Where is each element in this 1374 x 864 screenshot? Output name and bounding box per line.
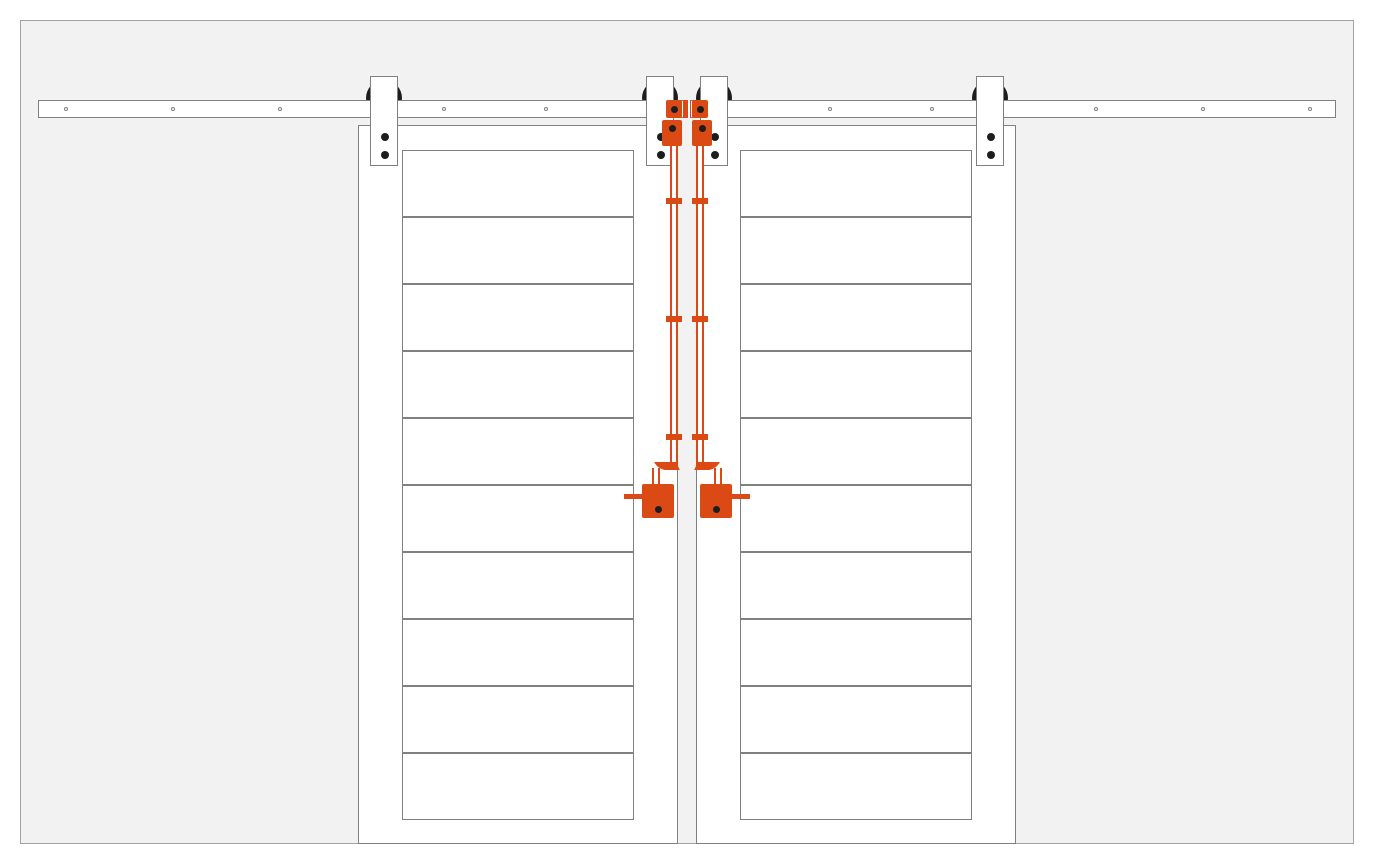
lock-rod-clip (692, 316, 708, 322)
lock-upper-block-right (692, 120, 712, 146)
track-hole (1308, 107, 1312, 111)
lock-rod-clip (666, 198, 682, 204)
track-hole (278, 107, 282, 111)
lock-upper-block-left (662, 120, 682, 146)
lock-top-plate-left (666, 100, 682, 118)
lock-rod-right (696, 146, 704, 466)
lock-rod-clip (692, 198, 708, 204)
track-hole (1201, 107, 1205, 111)
barn-door-diagram (0, 0, 1374, 864)
lock-rod-clip (692, 434, 708, 440)
lock-handle-left (642, 484, 674, 518)
lock-top-plate-right (692, 100, 708, 118)
hanger-strap (976, 76, 1004, 166)
lock-rod-left (670, 146, 678, 466)
lock-handle-right (700, 484, 732, 518)
track-hole (171, 107, 175, 111)
background-frame (20, 20, 1354, 844)
lock-handle-pull-left (624, 494, 644, 499)
track-hole (544, 107, 548, 111)
lock-handle-pull-right (730, 494, 750, 499)
lock-rod-clip (666, 316, 682, 322)
track-hole (64, 107, 68, 111)
track-hole (442, 107, 446, 111)
hanger-strap (370, 76, 398, 166)
track-hole (828, 107, 832, 111)
lock-rod-clip (666, 434, 682, 440)
track-hole (1094, 107, 1098, 111)
track-hole (930, 107, 934, 111)
